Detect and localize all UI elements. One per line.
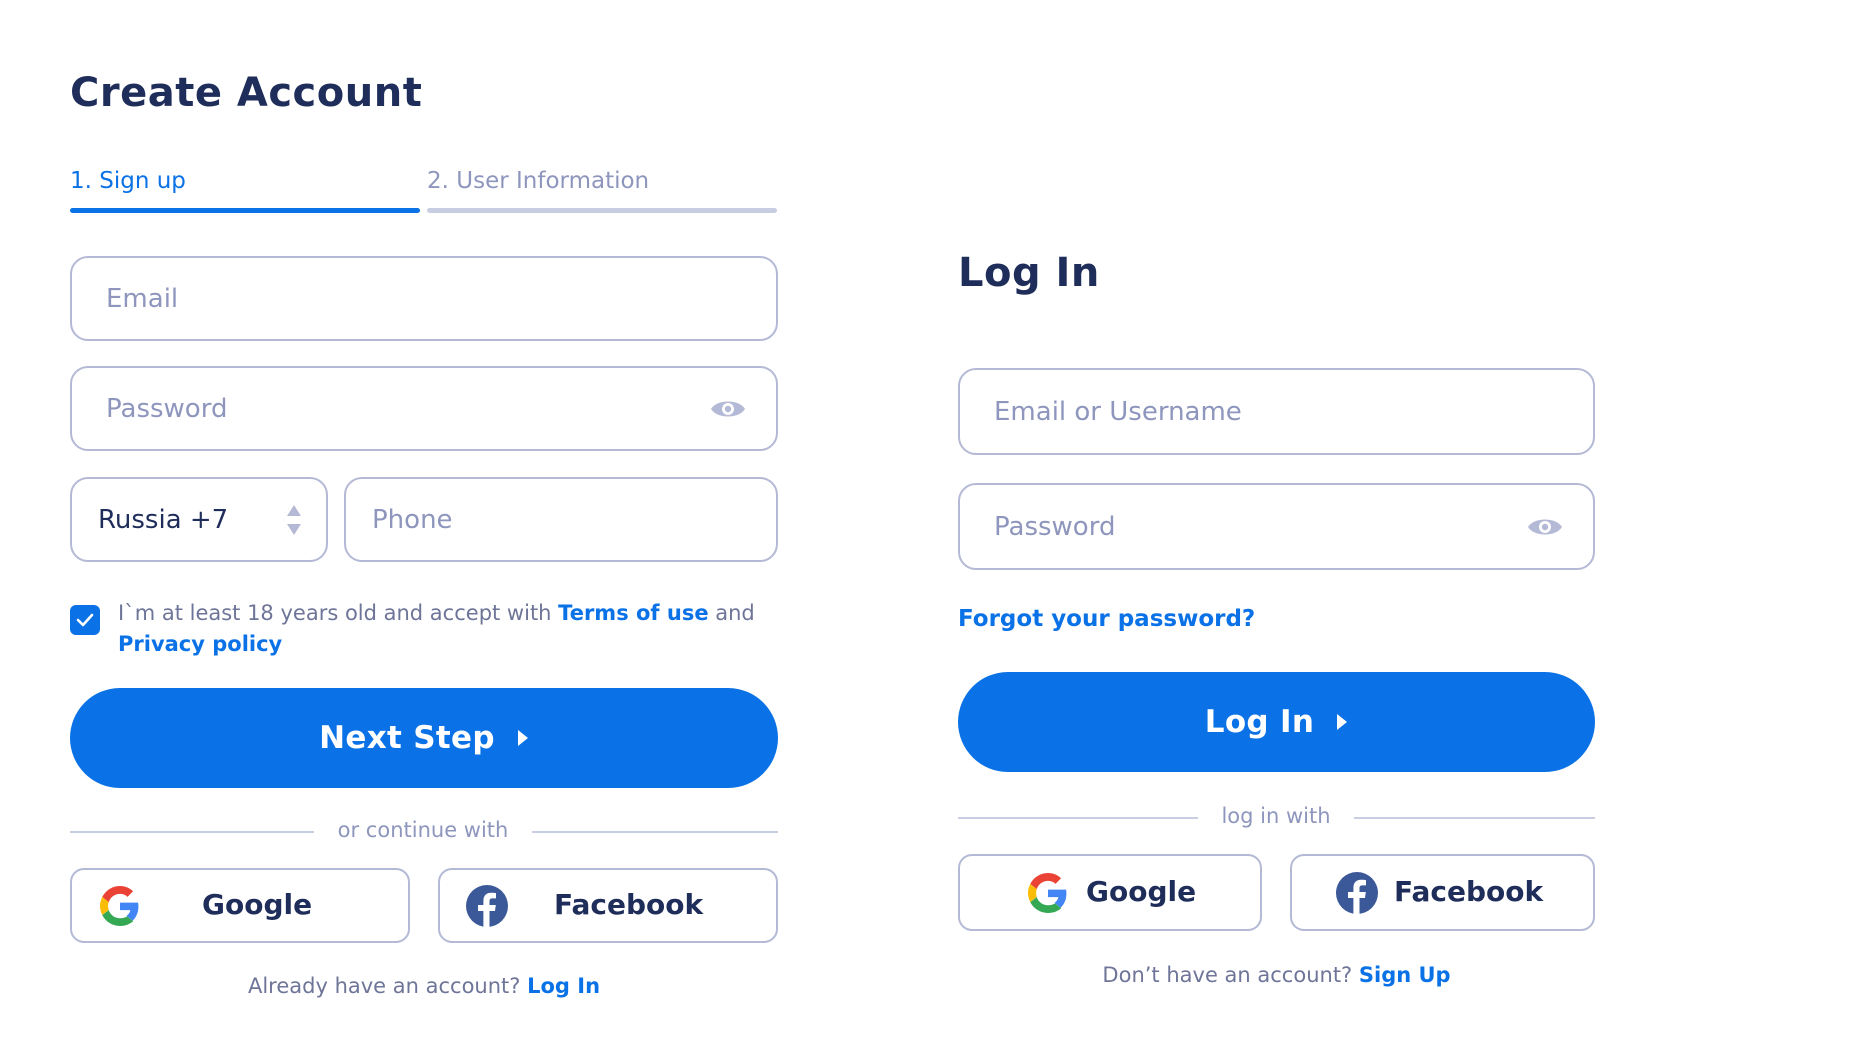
consent-text-and: and: [708, 601, 755, 625]
login-google-label: Google: [1086, 875, 1197, 908]
login-google-button[interactable]: Google: [958, 854, 1262, 931]
sign-up-link[interactable]: Sign Up: [1359, 963, 1451, 987]
next-step-label: Next Step: [319, 720, 495, 756]
signup-divider-text: or continue with: [337, 818, 509, 842]
tab-sign-up[interactable]: 1. Sign up: [70, 168, 186, 194]
login-button[interactable]: Log In: [958, 672, 1595, 772]
login-password-field[interactable]: Password: [958, 483, 1595, 570]
check-icon: [76, 613, 94, 627]
login-password-placeholder: Password: [994, 511, 1116, 542]
signup-facebook-button[interactable]: Facebook: [438, 868, 778, 943]
phone-placeholder: Phone: [372, 504, 453, 535]
sort-arrows-icon: [287, 504, 301, 535]
login-button-label: Log In: [1204, 704, 1315, 740]
signup-facebook-label: Facebook: [554, 888, 704, 921]
google-icon: [100, 886, 139, 926]
facebook-icon: [466, 885, 508, 927]
google-icon: [1028, 873, 1067, 913]
signup-title: Create Account: [70, 70, 423, 116]
consent-text-before: I`m at least 18 years old and accept wit…: [118, 601, 559, 625]
terms-of-use-link[interactable]: Terms of use: [558, 601, 708, 625]
country-code-select[interactable]: Russia +7: [70, 477, 328, 562]
country-code-value: Russia +7: [98, 504, 229, 535]
age-terms-checkbox[interactable]: [70, 605, 100, 635]
login-username-placeholder: Email or Username: [994, 396, 1242, 427]
tab-sign-up-indicator: [70, 208, 420, 213]
consent-text: I`m at least 18 years old and accept wit…: [118, 598, 758, 660]
login-footer: Don’t have an account? Sign Up: [958, 963, 1595, 987]
signup-footer-text: Already have an account?: [247, 974, 528, 998]
login-facebook-label: Facebook: [1394, 875, 1544, 908]
signup-password-field[interactable]: Password: [70, 366, 778, 451]
phone-field[interactable]: Phone: [344, 477, 778, 562]
login-footer-text: Don’t have an account?: [1102, 963, 1359, 987]
eye-icon[interactable]: [710, 397, 746, 421]
signup-password-placeholder: Password: [106, 393, 228, 424]
signup-divider-left: [70, 831, 314, 833]
login-divider-left: [958, 817, 1198, 819]
login-link[interactable]: Log In: [527, 974, 600, 998]
play-arrow-icon: [517, 730, 528, 746]
login-divider-text: log in with: [1221, 804, 1331, 828]
signup-google-label: Google: [202, 888, 313, 921]
next-step-button[interactable]: Next Step: [70, 688, 778, 788]
tab-user-information-indicator: [427, 208, 777, 213]
signup-footer: Already have an account? Log In: [70, 974, 778, 998]
eye-icon[interactable]: [1527, 515, 1563, 539]
signup-email-placeholder: Email: [106, 283, 179, 314]
forgot-password-link[interactable]: Forgot your password?: [958, 606, 1255, 632]
facebook-icon: [1336, 872, 1378, 914]
tab-user-information[interactable]: 2. User Information: [427, 168, 649, 194]
login-title: Log In: [958, 250, 1100, 296]
login-username-field[interactable]: Email or Username: [958, 368, 1595, 455]
privacy-policy-link[interactable]: Privacy policy: [118, 632, 282, 656]
signup-email-field[interactable]: Email: [70, 256, 778, 341]
signup-divider-right: [532, 831, 778, 833]
signup-google-button[interactable]: Google: [70, 868, 410, 943]
login-divider-right: [1354, 817, 1595, 819]
login-facebook-button[interactable]: Facebook: [1290, 854, 1595, 931]
play-arrow-icon: [1337, 714, 1348, 730]
